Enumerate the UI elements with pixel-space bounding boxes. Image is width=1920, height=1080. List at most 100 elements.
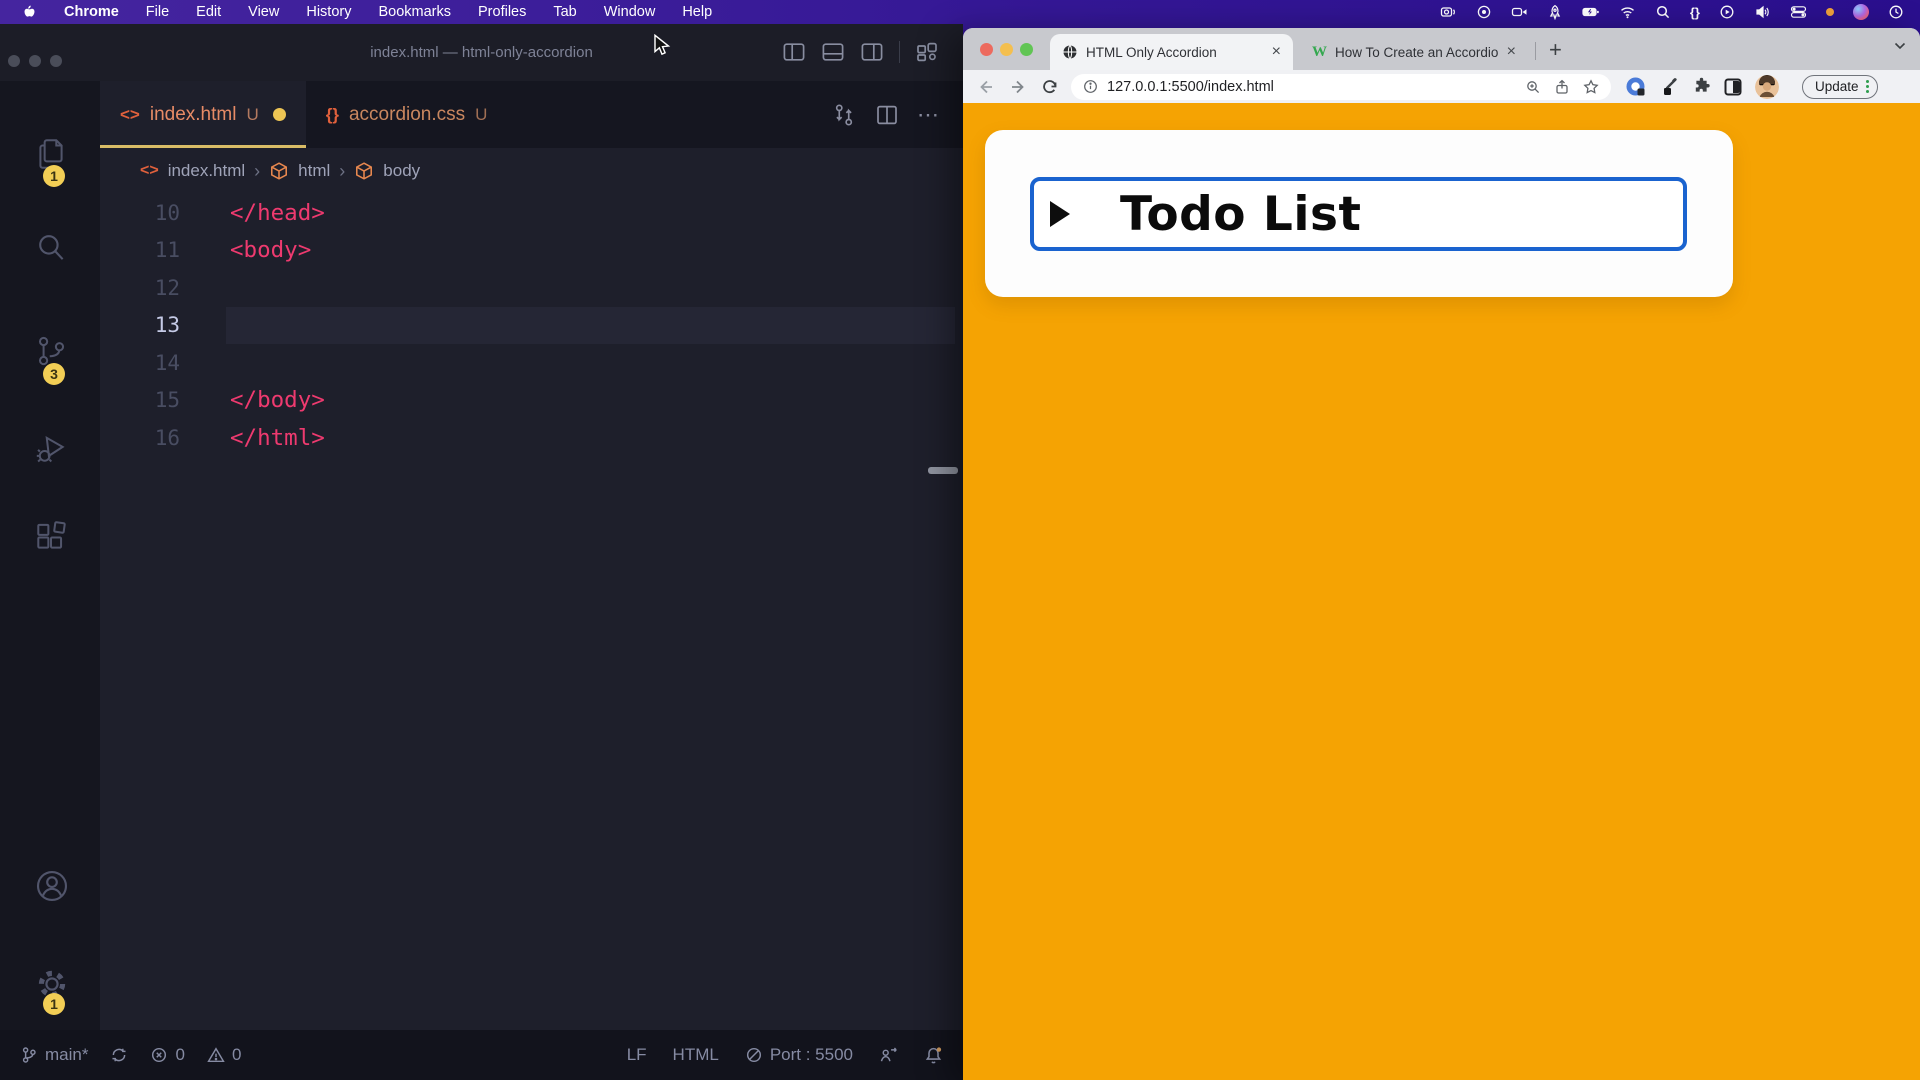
line-number: 15: [100, 388, 180, 412]
sync-changes-icon[interactable]: [110, 1046, 128, 1064]
code-line[interactable]: 15</body>: [100, 382, 963, 420]
accordion-card: Todo List: [985, 130, 1733, 297]
warnings-indicator[interactable]: 0: [207, 1045, 241, 1065]
line-number: 11: [100, 238, 180, 262]
menu-file[interactable]: File: [146, 4, 169, 20]
code-line[interactable]: 10</head>: [100, 194, 963, 232]
css-file-icon: {}: [326, 105, 339, 125]
control-center-icon[interactable]: [1790, 4, 1807, 20]
account-icon[interactable]: [33, 867, 71, 905]
notifications-bell-icon[interactable]: [924, 1046, 943, 1065]
breadcrumb-file[interactable]: index.html: [168, 161, 245, 181]
new-tab-button[interactable]: +: [1549, 37, 1562, 63]
close-tab-icon[interactable]: ×: [1272, 44, 1281, 60]
screen-record-camera-icon[interactable]: [1440, 4, 1457, 20]
titlebar-divider: [899, 41, 900, 63]
toggle-panel-left-icon[interactable]: [782, 40, 806, 64]
toggle-panel-bottom-icon[interactable]: [821, 40, 845, 64]
battery-charging-icon[interactable]: [1582, 4, 1600, 20]
menu-bookmarks[interactable]: Bookmarks: [378, 4, 451, 20]
customize-layout-icon[interactable]: [915, 40, 939, 64]
code-line[interactable]: 14: [100, 344, 963, 382]
tab-label: accordion.css: [349, 104, 465, 126]
run-debug-icon[interactable]: [33, 431, 69, 467]
volume-icon[interactable]: [1754, 4, 1771, 20]
site-info-icon[interactable]: [1083, 79, 1098, 94]
forward-icon[interactable]: [1009, 78, 1027, 96]
menu-history[interactable]: History: [306, 4, 351, 20]
language-mode[interactable]: HTML: [673, 1045, 719, 1065]
bookmark-star-icon[interactable]: [1583, 79, 1599, 95]
breadcrumb: <> index.html › html › body: [100, 148, 963, 194]
tab-search-chevron-icon[interactable]: [1894, 42, 1906, 50]
back-icon[interactable]: [977, 78, 995, 96]
eol-indicator[interactable]: LF: [627, 1045, 647, 1065]
share-icon[interactable]: [1554, 79, 1570, 95]
spotlight-search-icon[interactable]: [1655, 4, 1671, 20]
menu-help[interactable]: Help: [682, 4, 712, 20]
breadcrumb-html[interactable]: html: [298, 161, 330, 181]
code-editor[interactable]: 10</head> 11<body> 12 13 14 15</body> 16…: [100, 194, 963, 1030]
symbol-cube-icon: [269, 161, 289, 181]
accordion-summary[interactable]: Todo List: [1030, 177, 1687, 251]
reload-icon[interactable]: [1041, 78, 1059, 96]
remote-feedback-icon[interactable]: [879, 1046, 898, 1064]
breadcrumb-body[interactable]: body: [383, 161, 420, 181]
menu-window[interactable]: Window: [604, 4, 656, 20]
chrome-minimize-button[interactable]: [1000, 43, 1013, 56]
menu-profiles[interactable]: Profiles: [478, 4, 526, 20]
extension-lock-icon[interactable]: [1625, 76, 1646, 97]
editor-scrollbar-handle[interactable]: [928, 467, 958, 474]
vscode-activity-bar: 1 3 1: [0, 81, 100, 1030]
menu-edit[interactable]: Edit: [196, 4, 221, 20]
line-number: 12: [100, 276, 180, 300]
unsaved-dot-icon[interactable]: [273, 108, 286, 121]
modified-indicator: U: [246, 105, 258, 125]
chrome-zoom-button[interactable]: [1020, 43, 1033, 56]
tab-accordion-css[interactable]: {} accordion.css U: [306, 81, 508, 148]
video-camera-icon[interactable]: [1511, 4, 1528, 20]
extensions-puzzle-icon[interactable]: [1692, 77, 1711, 96]
profile-avatar[interactable]: [1755, 75, 1779, 99]
tab-index-html[interactable]: <> index.html U: [100, 81, 306, 148]
code-line[interactable]: 11<body>: [100, 232, 963, 270]
menu-tab[interactable]: Tab: [553, 4, 576, 20]
more-actions-icon[interactable]: ⋯: [917, 102, 941, 128]
settings-badge: 1: [43, 993, 65, 1015]
git-branch-indicator[interactable]: main*: [20, 1045, 88, 1065]
code-line-current[interactable]: 13: [100, 307, 963, 345]
close-tab-icon[interactable]: ×: [1507, 44, 1516, 60]
chrome-window: HTML Only Accordion × W How To Create an…: [963, 28, 1920, 1080]
extensions-icon[interactable]: [33, 519, 69, 555]
code-braces-icon[interactable]: {}: [1690, 5, 1700, 20]
update-button[interactable]: Update: [1802, 75, 1878, 99]
toggle-panel-right-icon[interactable]: [860, 40, 884, 64]
rocket-icon[interactable]: [1547, 4, 1563, 20]
apple-menu-icon[interactable]: [22, 4, 37, 21]
record-circle-icon[interactable]: [1476, 4, 1492, 20]
chrome-close-button[interactable]: [980, 43, 993, 56]
play-circle-icon[interactable]: [1719, 4, 1735, 20]
wifi-icon[interactable]: [1619, 4, 1636, 20]
menu-view[interactable]: View: [248, 4, 279, 20]
status-orange-dot: [1826, 8, 1834, 16]
address-bar[interactable]: 127.0.0.1:5500/index.html: [1071, 74, 1611, 100]
dark-mode-extension-icon[interactable]: [1724, 78, 1742, 96]
compare-changes-icon[interactable]: [831, 102, 857, 128]
split-editor-icon[interactable]: [875, 103, 899, 127]
vscode-statusbar: main* 0 0 LF HTML Port : 5500: [0, 1030, 963, 1080]
code-line[interactable]: 16</html>: [100, 419, 963, 457]
color-picker-extension-icon[interactable]: [1659, 77, 1679, 97]
clock-icon[interactable]: [1888, 4, 1904, 20]
line-number: 13: [100, 313, 180, 337]
browser-tab-active[interactable]: HTML Only Accordion ×: [1050, 34, 1293, 70]
vscode-window: index.html — html-only-accordion 1 3: [0, 24, 963, 1080]
siri-icon[interactable]: [1853, 4, 1869, 20]
errors-indicator[interactable]: 0: [150, 1045, 184, 1065]
zoom-in-icon[interactable]: [1525, 79, 1541, 95]
browser-tab[interactable]: W How To Create an Accordion ×: [1300, 34, 1528, 70]
code-line[interactable]: 12: [100, 269, 963, 307]
search-icon[interactable]: [33, 229, 69, 265]
live-server-port[interactable]: Port : 5500: [745, 1045, 853, 1065]
menu-chrome[interactable]: Chrome: [64, 4, 119, 20]
